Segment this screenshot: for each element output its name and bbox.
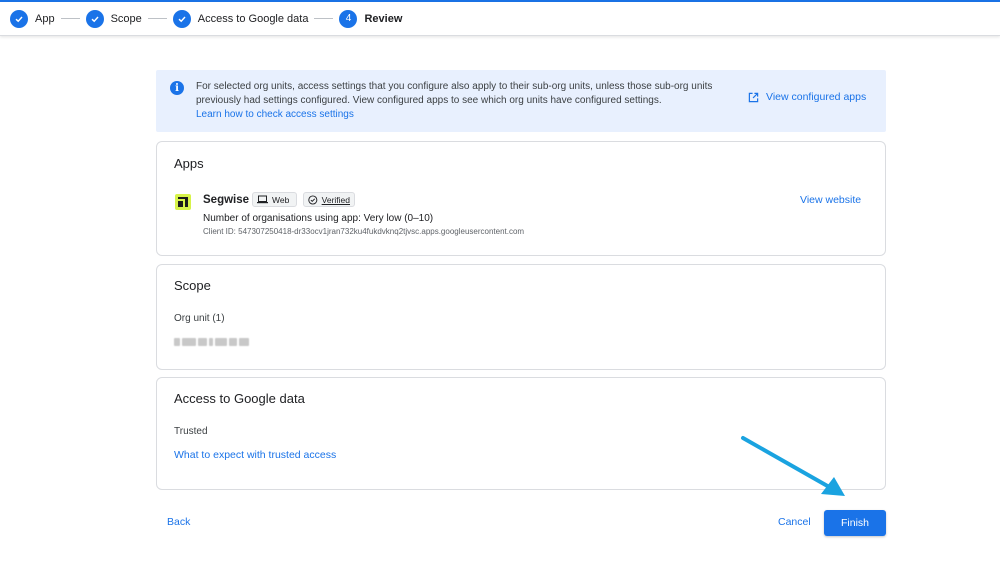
step-divider <box>147 18 167 19</box>
access-level: Trusted <box>174 426 208 437</box>
cancel-button[interactable]: Cancel <box>778 516 811 528</box>
step-access[interactable]: Access to Google data <box>172 9 309 28</box>
redacted-org-unit <box>174 337 251 347</box>
annotation-arrow-icon <box>741 436 845 496</box>
check-icon <box>85 9 104 28</box>
step-label: App <box>35 12 55 25</box>
org-unit-label: Org unit (1) <box>174 313 225 324</box>
step-label: Review <box>364 12 403 25</box>
laptop-icon <box>257 195 268 204</box>
app-name: Segwise <box>203 194 250 206</box>
step-app[interactable]: App <box>10 9 55 28</box>
stepper: App Scope Access to Google data 4 Review <box>0 2 1000 36</box>
step-label: Access to Google data <box>197 12 309 25</box>
info-icon: i <box>170 81 184 95</box>
step-number: 4 <box>339 9 358 28</box>
step-review[interactable]: 4 Review <box>339 9 403 28</box>
verified-check-icon <box>308 194 318 205</box>
scope-card: Scope Org unit (1) <box>156 264 886 370</box>
view-website-link[interactable]: View website <box>800 194 861 206</box>
access-title: Access to Google data <box>174 391 305 406</box>
scope-title: Scope <box>174 278 211 293</box>
trusted-access-link[interactable]: What to expect with trusted access <box>174 449 336 461</box>
step-divider <box>60 18 80 19</box>
finish-button[interactable]: Finish <box>824 510 886 536</box>
apps-card: Apps Segwise Web Verified Number of orga… <box>156 141 886 256</box>
step-scope[interactable]: Scope <box>85 9 142 28</box>
web-chip-label: Web <box>272 194 290 205</box>
info-banner: i For selected org units, access setting… <box>156 70 886 132</box>
verified-chip-label: Verified <box>321 194 350 205</box>
apps-title: Apps <box>174 156 204 171</box>
step-divider <box>314 18 334 19</box>
app-logo <box>175 194 191 210</box>
learn-access-settings-link[interactable]: Learn how to check access settings <box>196 109 354 120</box>
check-icon <box>172 9 191 28</box>
check-icon <box>10 9 28 28</box>
step-label: Scope <box>110 12 142 25</box>
web-chip: Web <box>252 192 297 207</box>
view-configured-apps-link[interactable]: View configured apps <box>748 91 866 103</box>
view-configured-apps-label: View configured apps <box>766 91 867 103</box>
verified-chip[interactable]: Verified <box>303 192 355 207</box>
banner-text: For selected org units, access settings … <box>196 81 713 106</box>
back-button[interactable]: Back <box>167 516 190 528</box>
app-usage: Number of organisations using app: Very … <box>203 213 434 224</box>
open-in-new-icon <box>748 92 759 102</box>
client-id: Client ID: 547307250418-dr33ocv1jran732k… <box>203 227 525 236</box>
